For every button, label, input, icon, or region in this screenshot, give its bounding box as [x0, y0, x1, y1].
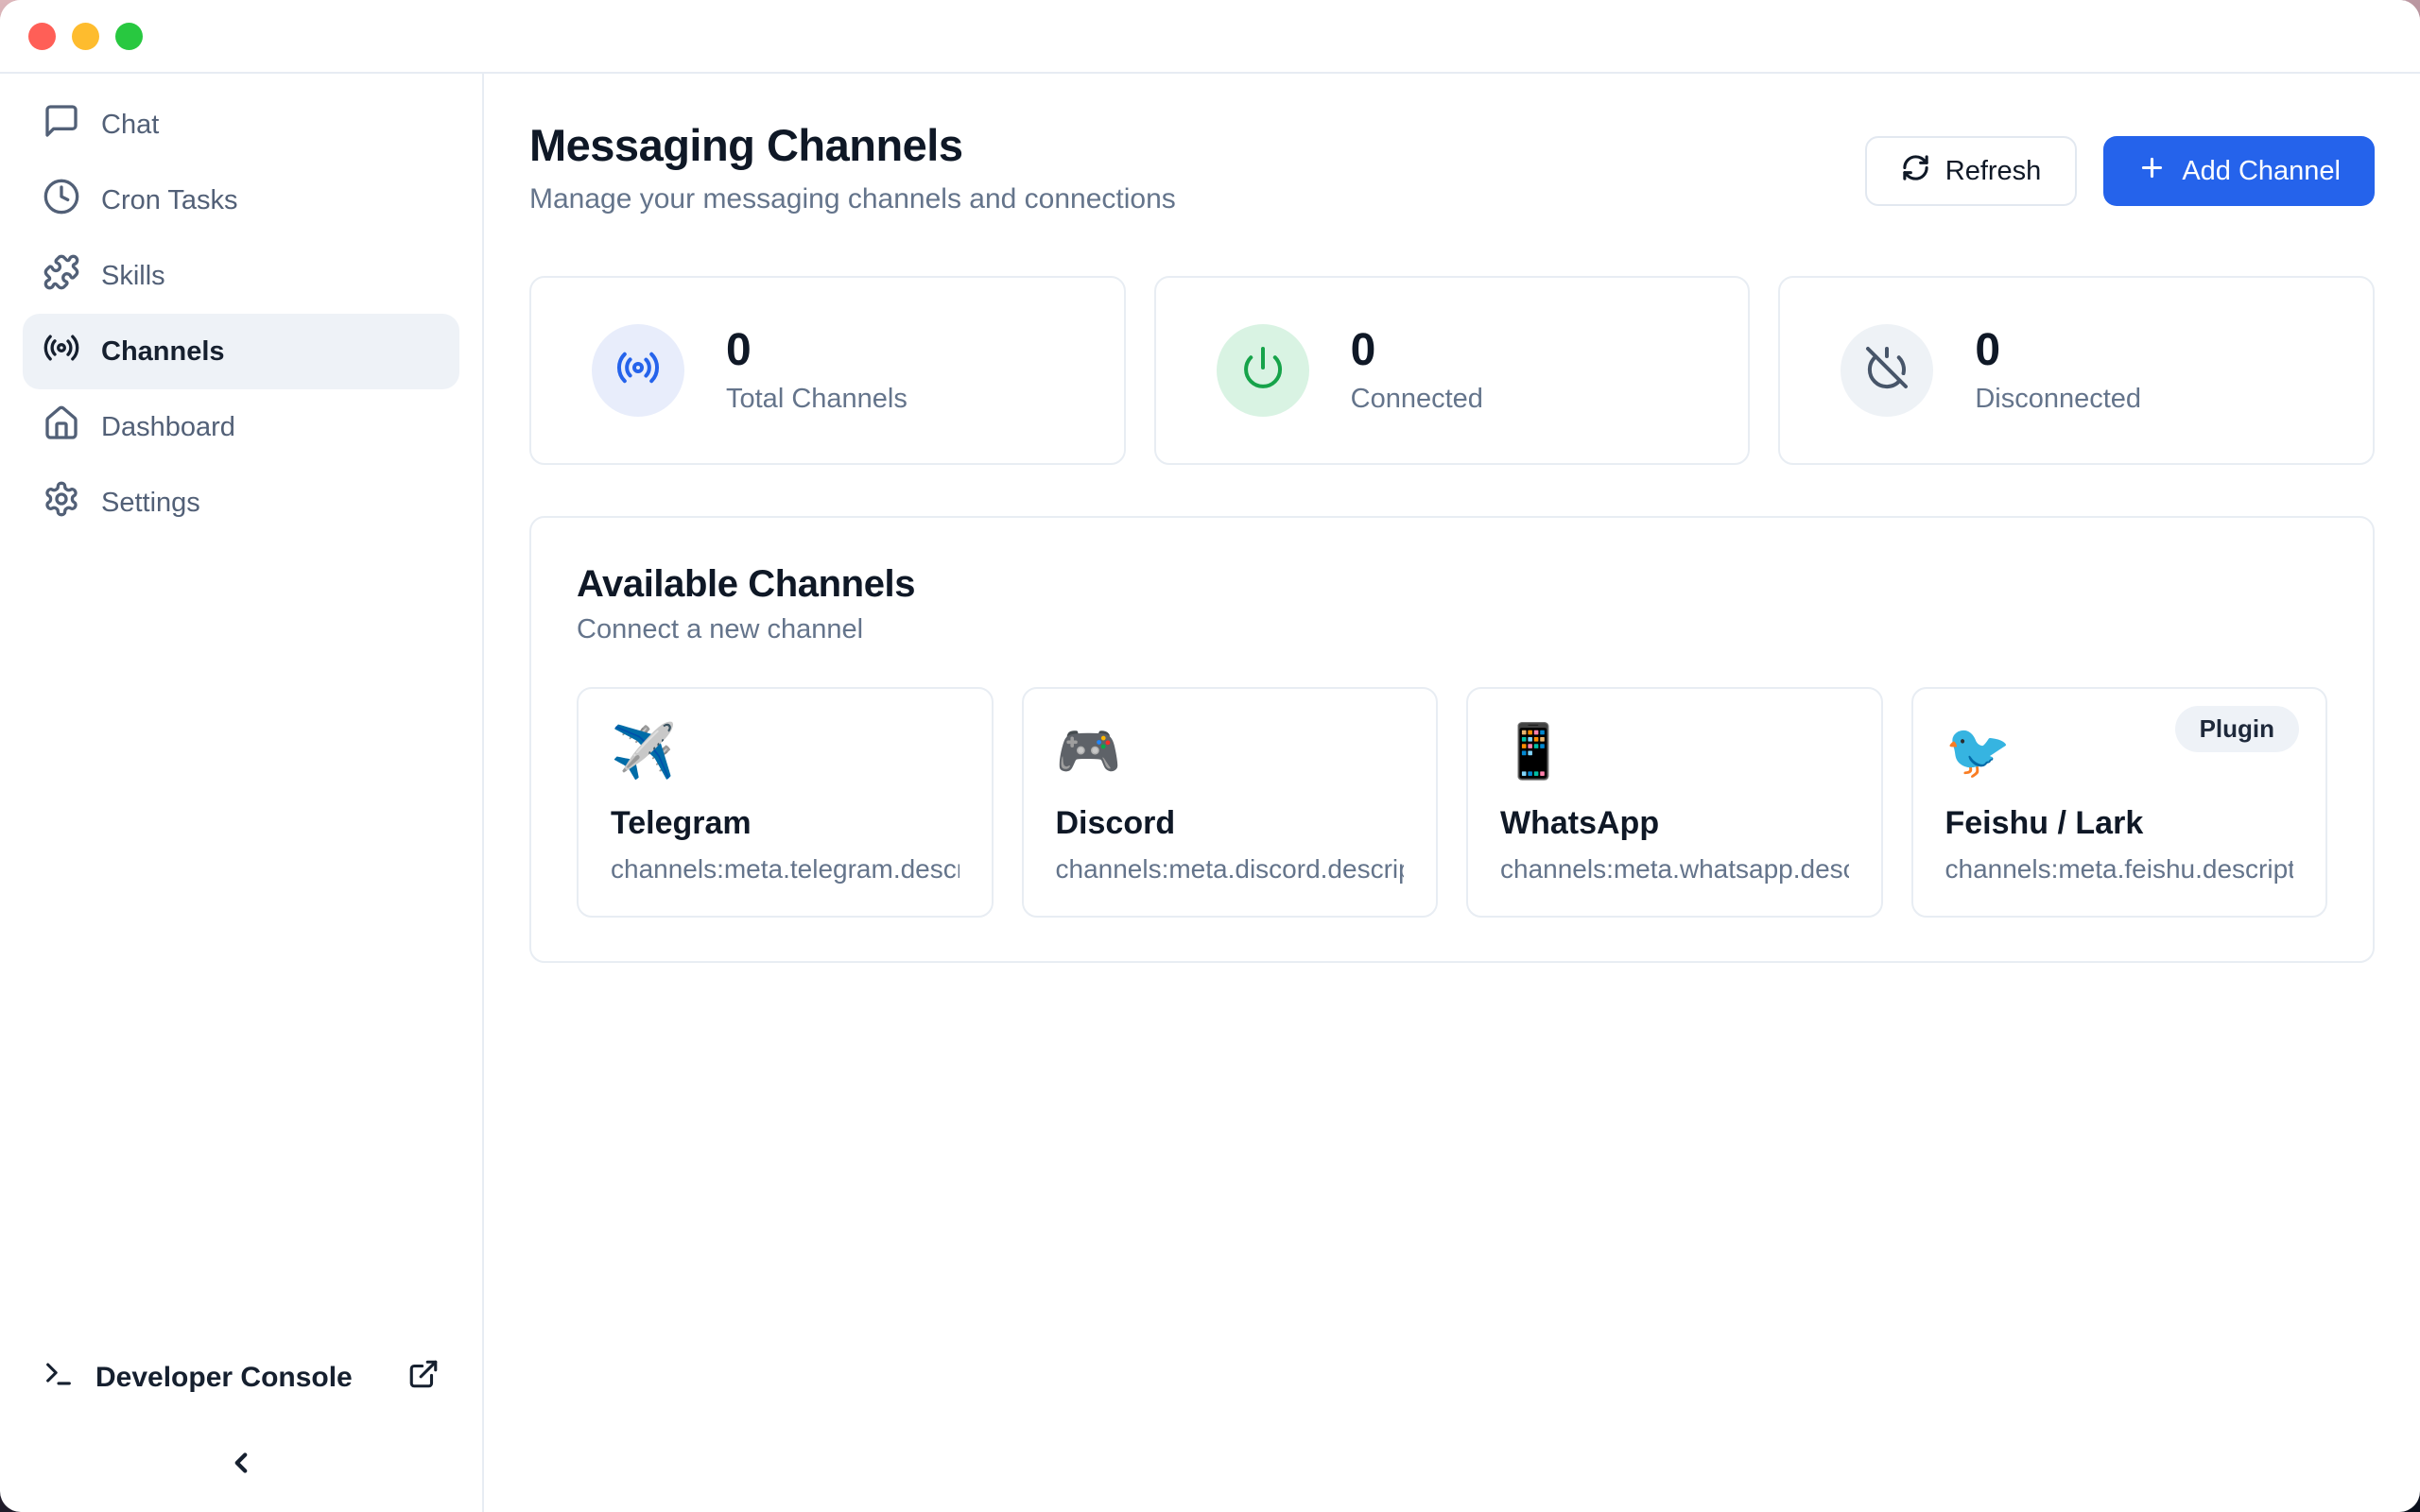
stat-label: Disconnected [1975, 384, 2141, 415]
close-window-button[interactable] [28, 23, 56, 50]
page-title: Messaging Channels [529, 119, 1176, 172]
stat-card-disconnected: 0 Disconnected [1778, 276, 2375, 465]
stat-value: 0 [1351, 326, 1483, 376]
sidebar-item-settings[interactable]: Settings [23, 465, 459, 541]
channel-card-telegram[interactable]: ✈️ Telegram channels:meta.telegram.descr… [577, 687, 994, 918]
radio-icon [615, 345, 661, 395]
terminal-icon [43, 1358, 75, 1398]
page-subtitle: Manage your messaging channels and conne… [529, 181, 1176, 217]
add-channel-button-label: Add Channel [2182, 156, 2341, 187]
stat-value: 0 [726, 326, 908, 376]
stat-icon-circle [1217, 324, 1309, 417]
channel-card-feishu[interactable]: Plugin 🐦 Feishu / Lark channels:meta.fei… [1911, 687, 2328, 918]
page-header: Messaging Channels Manage your messaging… [529, 119, 2375, 217]
zoom-window-button[interactable] [115, 23, 143, 50]
channel-description: channels:meta.feishu.description [1945, 854, 2294, 885]
sidebar-item-label: Channels [101, 336, 225, 368]
stat-label: Connected [1351, 384, 1483, 415]
discord-gamepad-emoji-icon: 🎮 [1056, 721, 1405, 782]
channel-name: Telegram [611, 804, 959, 843]
sidebar-item-skills[interactable]: Skills [23, 238, 459, 314]
sidebar-item-label: Dashboard [101, 412, 235, 443]
sidebar-item-label: Skills [101, 261, 165, 292]
power-icon [1240, 345, 1286, 395]
external-link-icon[interactable] [407, 1358, 440, 1398]
plugin-badge: Plugin [2175, 706, 2299, 752]
whatsapp-phone-emoji-icon: 📱 [1500, 721, 1849, 782]
channel-description: channels:meta.telegram.description [611, 854, 959, 885]
refresh-button[interactable]: Refresh [1865, 136, 2078, 206]
sidebar-item-label: Cron Tasks [101, 185, 238, 216]
stat-card-connected: 0 Connected [1154, 276, 1751, 465]
app-window: Chat Cron Tasks Skills Channels Dashboar… [0, 0, 2420, 1512]
stat-label: Total Channels [726, 384, 908, 415]
collapse-sidebar-button[interactable] [43, 1447, 440, 1484]
radio-icon [43, 329, 80, 374]
chevron-left-icon [225, 1447, 257, 1484]
stat-value: 0 [1975, 326, 2141, 376]
plus-icon [2137, 153, 2167, 190]
available-channels-panel: Available Channels Connect a new channel… [529, 516, 2375, 963]
developer-console-link[interactable]: Developer Console [43, 1358, 440, 1398]
puzzle-icon [43, 253, 80, 299]
channel-grid: ✈️ Telegram channels:meta.telegram.descr… [577, 687, 2327, 918]
titlebar [0, 0, 2420, 74]
channel-name: WhatsApp [1500, 804, 1849, 843]
gear-icon [43, 480, 80, 525]
home-icon [43, 404, 80, 450]
stat-icon-circle [592, 324, 684, 417]
sidebar-item-cron-tasks[interactable]: Cron Tasks [23, 163, 459, 238]
channel-card-discord[interactable]: 🎮 Discord channels:meta.discord.descript… [1022, 687, 1439, 918]
traffic-lights [28, 23, 143, 50]
available-channels-title: Available Channels [577, 561, 2327, 607]
stat-card-total-channels: 0 Total Channels [529, 276, 1126, 465]
channel-card-whatsapp[interactable]: 📱 WhatsApp channels:meta.whatsapp.descri… [1466, 687, 1883, 918]
sidebar-footer: Developer Console [0, 1358, 482, 1512]
sidebar-item-channels[interactable]: Channels [23, 314, 459, 389]
sidebar-item-dashboard[interactable]: Dashboard [23, 389, 459, 465]
refresh-button-label: Refresh [1945, 156, 2042, 187]
channel-name: Discord [1056, 804, 1405, 843]
telegram-airplane-emoji-icon: ✈️ [611, 721, 959, 782]
sidebar: Chat Cron Tasks Skills Channels Dashboar… [0, 74, 484, 1512]
clock-icon [43, 178, 80, 223]
channel-name: Feishu / Lark [1945, 804, 2294, 843]
add-channel-button[interactable]: Add Channel [2103, 136, 2375, 206]
power-off-icon [1864, 345, 1910, 395]
sidebar-item-label: Settings [101, 488, 200, 519]
main-content: Messaging Channels Manage your messaging… [484, 74, 2420, 1512]
minimize-window-button[interactable] [72, 23, 99, 50]
developer-console-label: Developer Console [95, 1362, 353, 1394]
available-channels-subtitle: Connect a new channel [577, 614, 2327, 645]
sidebar-item-chat[interactable]: Chat [23, 87, 459, 163]
sidebar-item-label: Chat [101, 110, 159, 141]
refresh-icon [1901, 153, 1930, 190]
stats-row: 0 Total Channels 0 Connected [529, 276, 2375, 465]
channel-description: channels:meta.discord.description [1056, 854, 1405, 885]
chat-icon [43, 102, 80, 147]
stat-icon-circle [1841, 324, 1933, 417]
channel-description: channels:meta.whatsapp.description [1500, 854, 1849, 885]
